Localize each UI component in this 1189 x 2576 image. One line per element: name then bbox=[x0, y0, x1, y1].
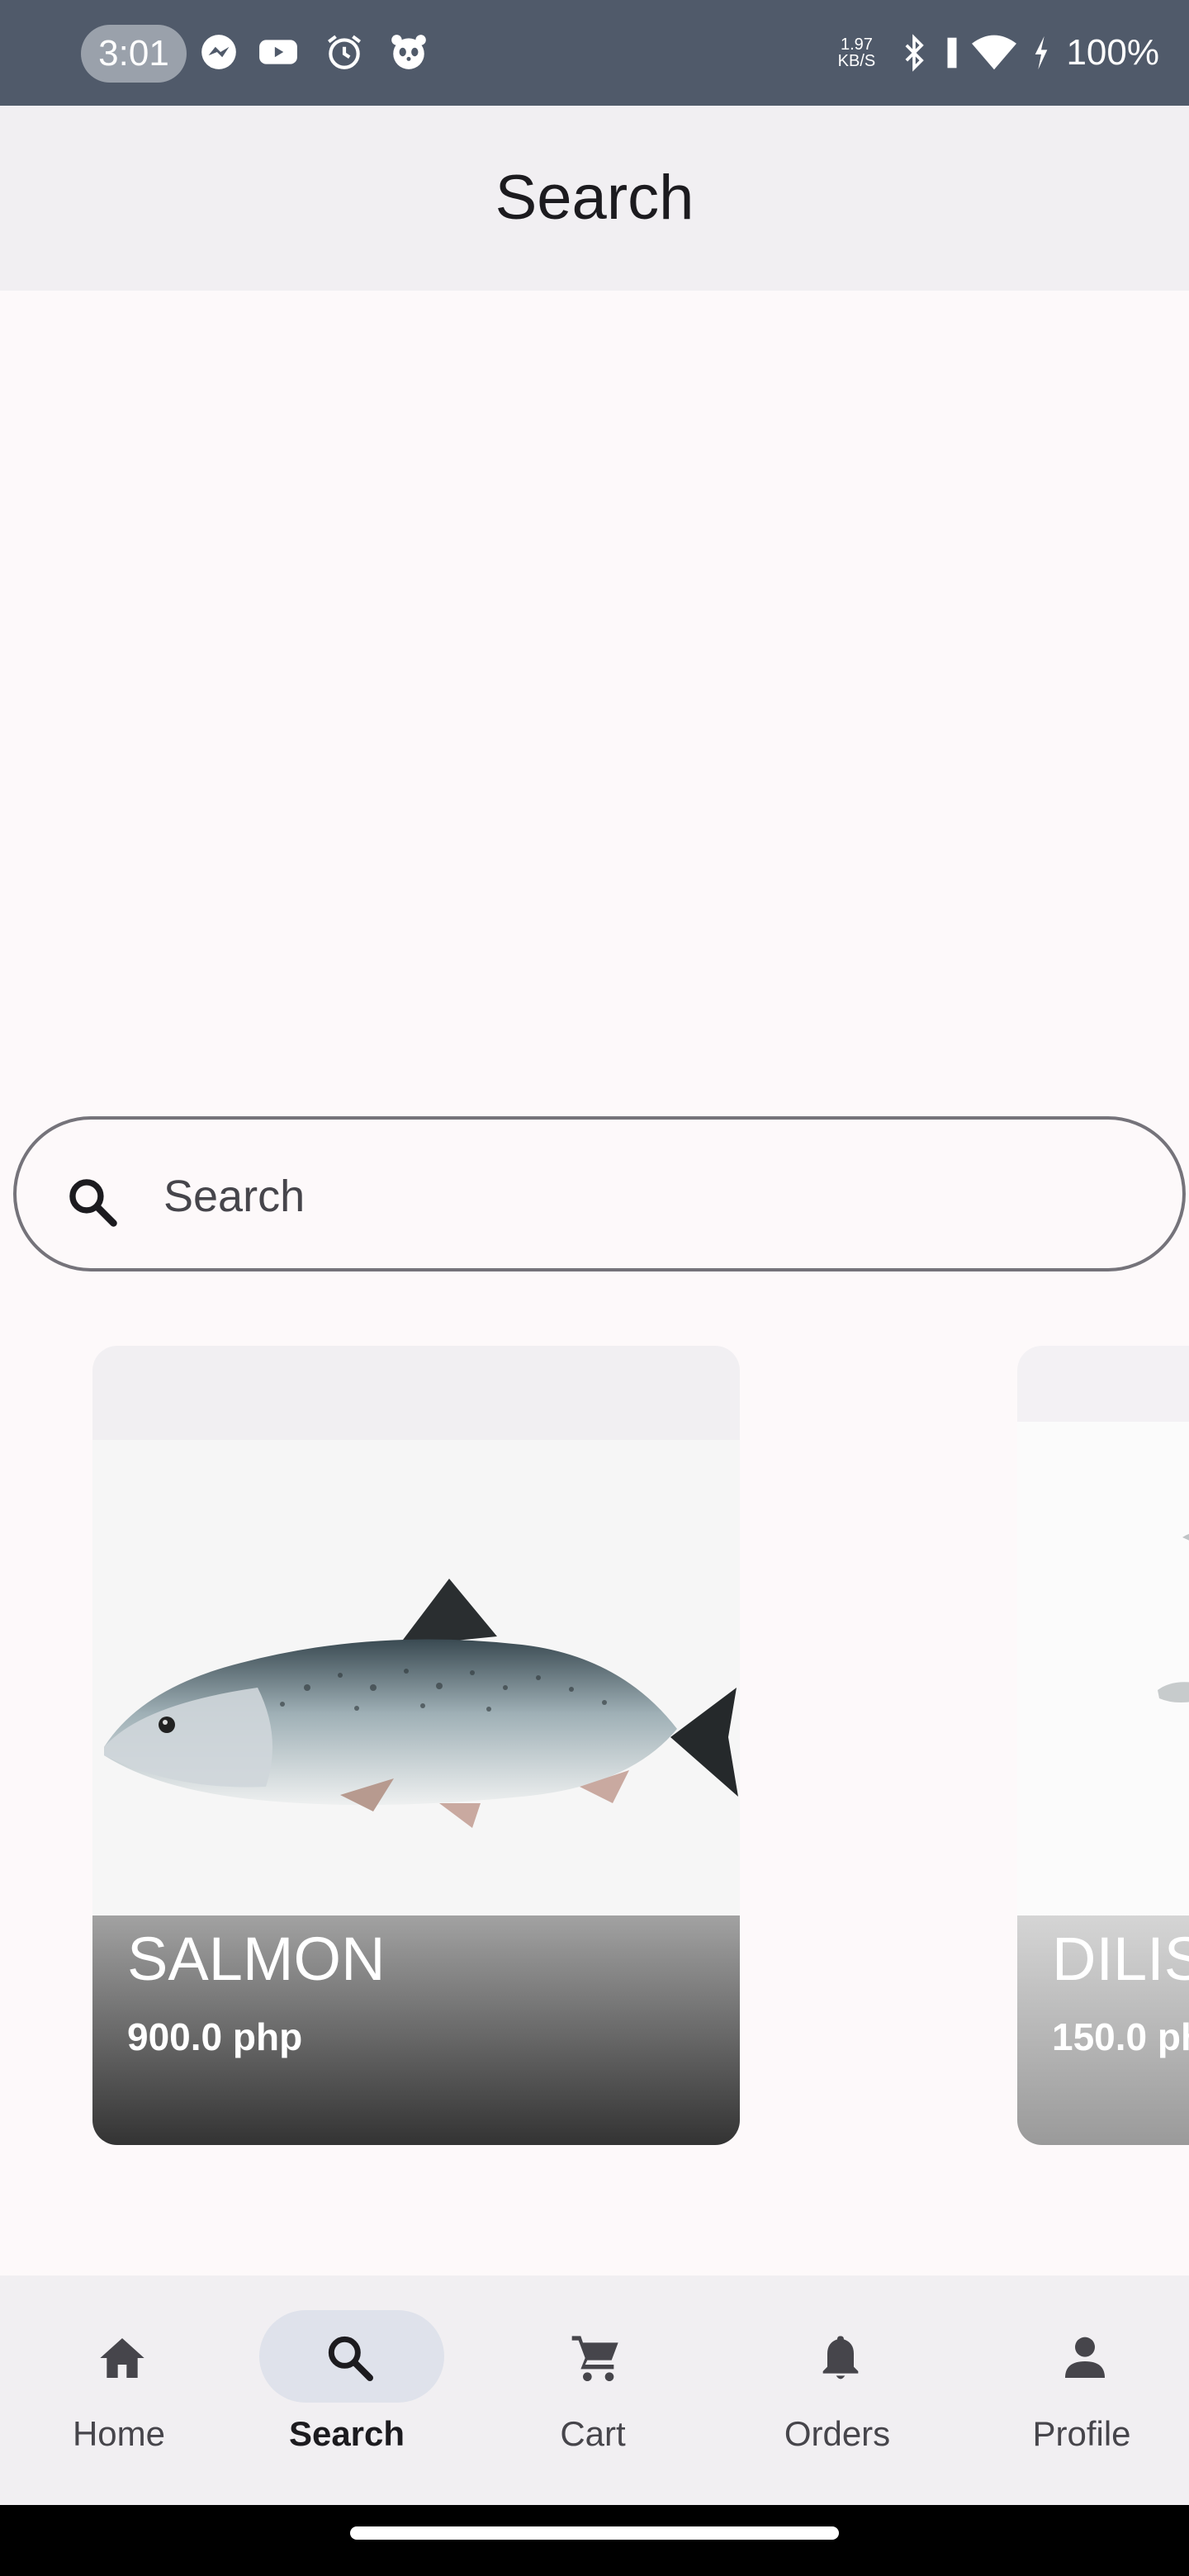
wifi-icon bbox=[972, 35, 1017, 70]
bell-icon bbox=[822, 2336, 859, 2379]
product-image bbox=[92, 1440, 740, 1915]
product-name: SALMON bbox=[127, 1925, 386, 1993]
signal-icon bbox=[947, 37, 957, 69]
page-title: Search bbox=[495, 163, 694, 233]
bluetooth-icon bbox=[905, 34, 925, 72]
person-icon bbox=[1065, 2337, 1105, 2378]
product-image bbox=[1017, 1422, 1189, 1915]
card-header bbox=[1017, 1346, 1189, 1422]
nav-item-search[interactable]: Search bbox=[228, 2275, 466, 2505]
network-speed: 1.97 KB/S bbox=[830, 36, 883, 69]
status-time: 3:01 bbox=[81, 25, 187, 83]
nav-label-profile: Profile bbox=[1032, 2414, 1131, 2453]
cart-icon bbox=[571, 2336, 618, 2381]
product-price: 900.0 php bbox=[127, 2015, 303, 2058]
nav-item-home[interactable]: Home bbox=[0, 2275, 238, 2505]
card-header bbox=[92, 1346, 740, 1440]
home-icon bbox=[100, 2338, 144, 2378]
product-card[interactable]: DILIS 150.0 php bbox=[1017, 1346, 1189, 2145]
messenger-icon bbox=[201, 35, 236, 69]
nav-label-search: Search bbox=[288, 2414, 405, 2453]
product-name: DILIS bbox=[1052, 1925, 1189, 1993]
nav-item-orders[interactable]: Orders bbox=[718, 2275, 956, 2505]
salmon-image bbox=[104, 1579, 738, 1828]
nav-label-orders: Orders bbox=[784, 2414, 891, 2453]
product-price: 150.0 php bbox=[1052, 2015, 1189, 2058]
search-bar[interactable] bbox=[13, 1116, 1186, 1271]
status-bar: 3:01 1.97 KB/S 100% bbox=[0, 0, 1189, 106]
nav-item-profile[interactable]: Profile bbox=[963, 2275, 1189, 2505]
dilis-image bbox=[1158, 1533, 1189, 1702]
nav-label-cart: Cart bbox=[560, 2414, 626, 2453]
gesture-area bbox=[0, 2505, 1189, 2576]
nav-label-home: Home bbox=[72, 2414, 166, 2453]
youtube-icon bbox=[259, 40, 297, 64]
foodpanda-icon bbox=[391, 35, 426, 69]
status-right: 1.97 KB/S 100% bbox=[830, 28, 1159, 78]
bottom-navigation: Home Search Cart Orders Profile bbox=[0, 2275, 1189, 2505]
alarm-icon bbox=[328, 35, 361, 69]
net-speed-unit: KB/S bbox=[837, 52, 876, 70]
nav-item-cart[interactable]: Cart bbox=[474, 2275, 712, 2505]
search-icon bbox=[328, 2336, 373, 2381]
search-icon[interactable] bbox=[64, 1174, 121, 1230]
charging-icon bbox=[1035, 36, 1048, 70]
search-input[interactable] bbox=[162, 1153, 1073, 1240]
product-card[interactable]: SALMON 900.0 php bbox=[92, 1346, 740, 2145]
battery-percent: 100% bbox=[1066, 32, 1159, 73]
gesture-handle[interactable] bbox=[350, 2526, 839, 2540]
net-speed-value: 1.97 bbox=[840, 36, 873, 54]
